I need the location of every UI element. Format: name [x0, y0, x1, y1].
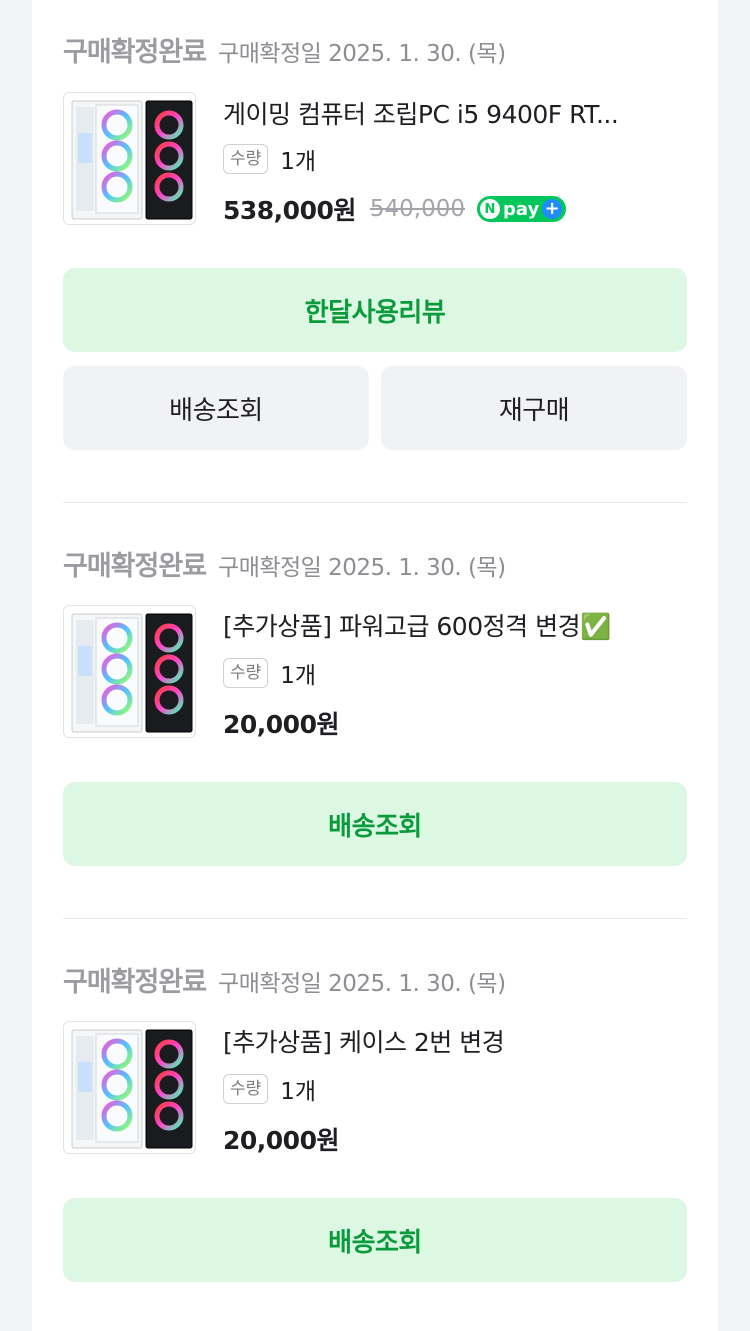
- order-status: 구매확정완료: [63, 967, 207, 998]
- order-status: 구매확정완료: [63, 551, 207, 582]
- pc-case-image: [64, 93, 195, 224]
- confirm-date: 구매확정일 2025. 1. 30. (목): [218, 41, 506, 67]
- rebuy-button[interactable]: 재구매: [381, 366, 687, 450]
- divider: [63, 918, 687, 919]
- delivery-tracking-button[interactable]: 배송조회: [63, 782, 687, 866]
- quantity-row: 수량 1개: [223, 142, 316, 176]
- product-name[interactable]: 게이밍 컴퓨터 조립PC i5 9400F RT...: [223, 98, 689, 132]
- quantity-value: 1개: [280, 1079, 317, 1105]
- quantity-row: 수량 1개: [223, 1072, 316, 1106]
- sale-price: 20,000원: [223, 710, 339, 739]
- npay-n-icon: N: [480, 199, 500, 219]
- quantity-label: 수량: [223, 658, 269, 688]
- monthly-review-button[interactable]: 한달사용리뷰: [63, 268, 687, 352]
- plus-icon: +: [542, 199, 563, 219]
- product-thumbnail[interactable]: [63, 605, 196, 738]
- order-status-line: 구매확정완료 구매확정일 2025. 1. 30. (목): [63, 960, 506, 998]
- product-thumbnail[interactable]: [63, 92, 196, 225]
- delivery-tracking-button[interactable]: 배송조회: [63, 366, 369, 450]
- divider: [63, 502, 687, 503]
- sale-price: 538,000원: [223, 196, 356, 225]
- order-status-line: 구매확정완료 구매확정일 2025. 1. 30. (목): [63, 30, 506, 68]
- original-price: 540,000: [369, 196, 465, 222]
- npay-plus-icon: N pay +: [477, 196, 567, 222]
- pc-case-image: [64, 1022, 195, 1153]
- product-thumbnail[interactable]: [63, 1021, 196, 1154]
- quantity-label: 수량: [223, 144, 269, 174]
- npay-label: pay: [503, 198, 540, 220]
- order-status-line: 구매확정완료 구매확정일 2025. 1. 30. (목): [63, 544, 506, 582]
- product-name[interactable]: [추가상품] 케이스 2번 변경: [223, 1026, 689, 1060]
- confirm-date: 구매확정일 2025. 1. 30. (목): [218, 971, 506, 997]
- order-status: 구매확정완료: [63, 37, 207, 68]
- sale-price: 20,000원: [223, 1126, 339, 1155]
- price-row: 20,000원: [223, 704, 339, 742]
- pc-case-image: [64, 606, 195, 737]
- price-row: 20,000원: [223, 1120, 339, 1158]
- quantity-value: 1개: [280, 663, 317, 689]
- product-name[interactable]: [추가상품] 파워고급 600정격 변경✅: [223, 610, 689, 644]
- price-row: 538,000원 540,000 N pay +: [223, 190, 567, 228]
- delivery-tracking-button[interactable]: 배송조회: [63, 1198, 687, 1282]
- confirm-date: 구매확정일 2025. 1. 30. (목): [218, 555, 506, 581]
- quantity-label: 수량: [223, 1074, 269, 1104]
- quantity-row: 수량 1개: [223, 656, 316, 690]
- quantity-value: 1개: [280, 149, 317, 175]
